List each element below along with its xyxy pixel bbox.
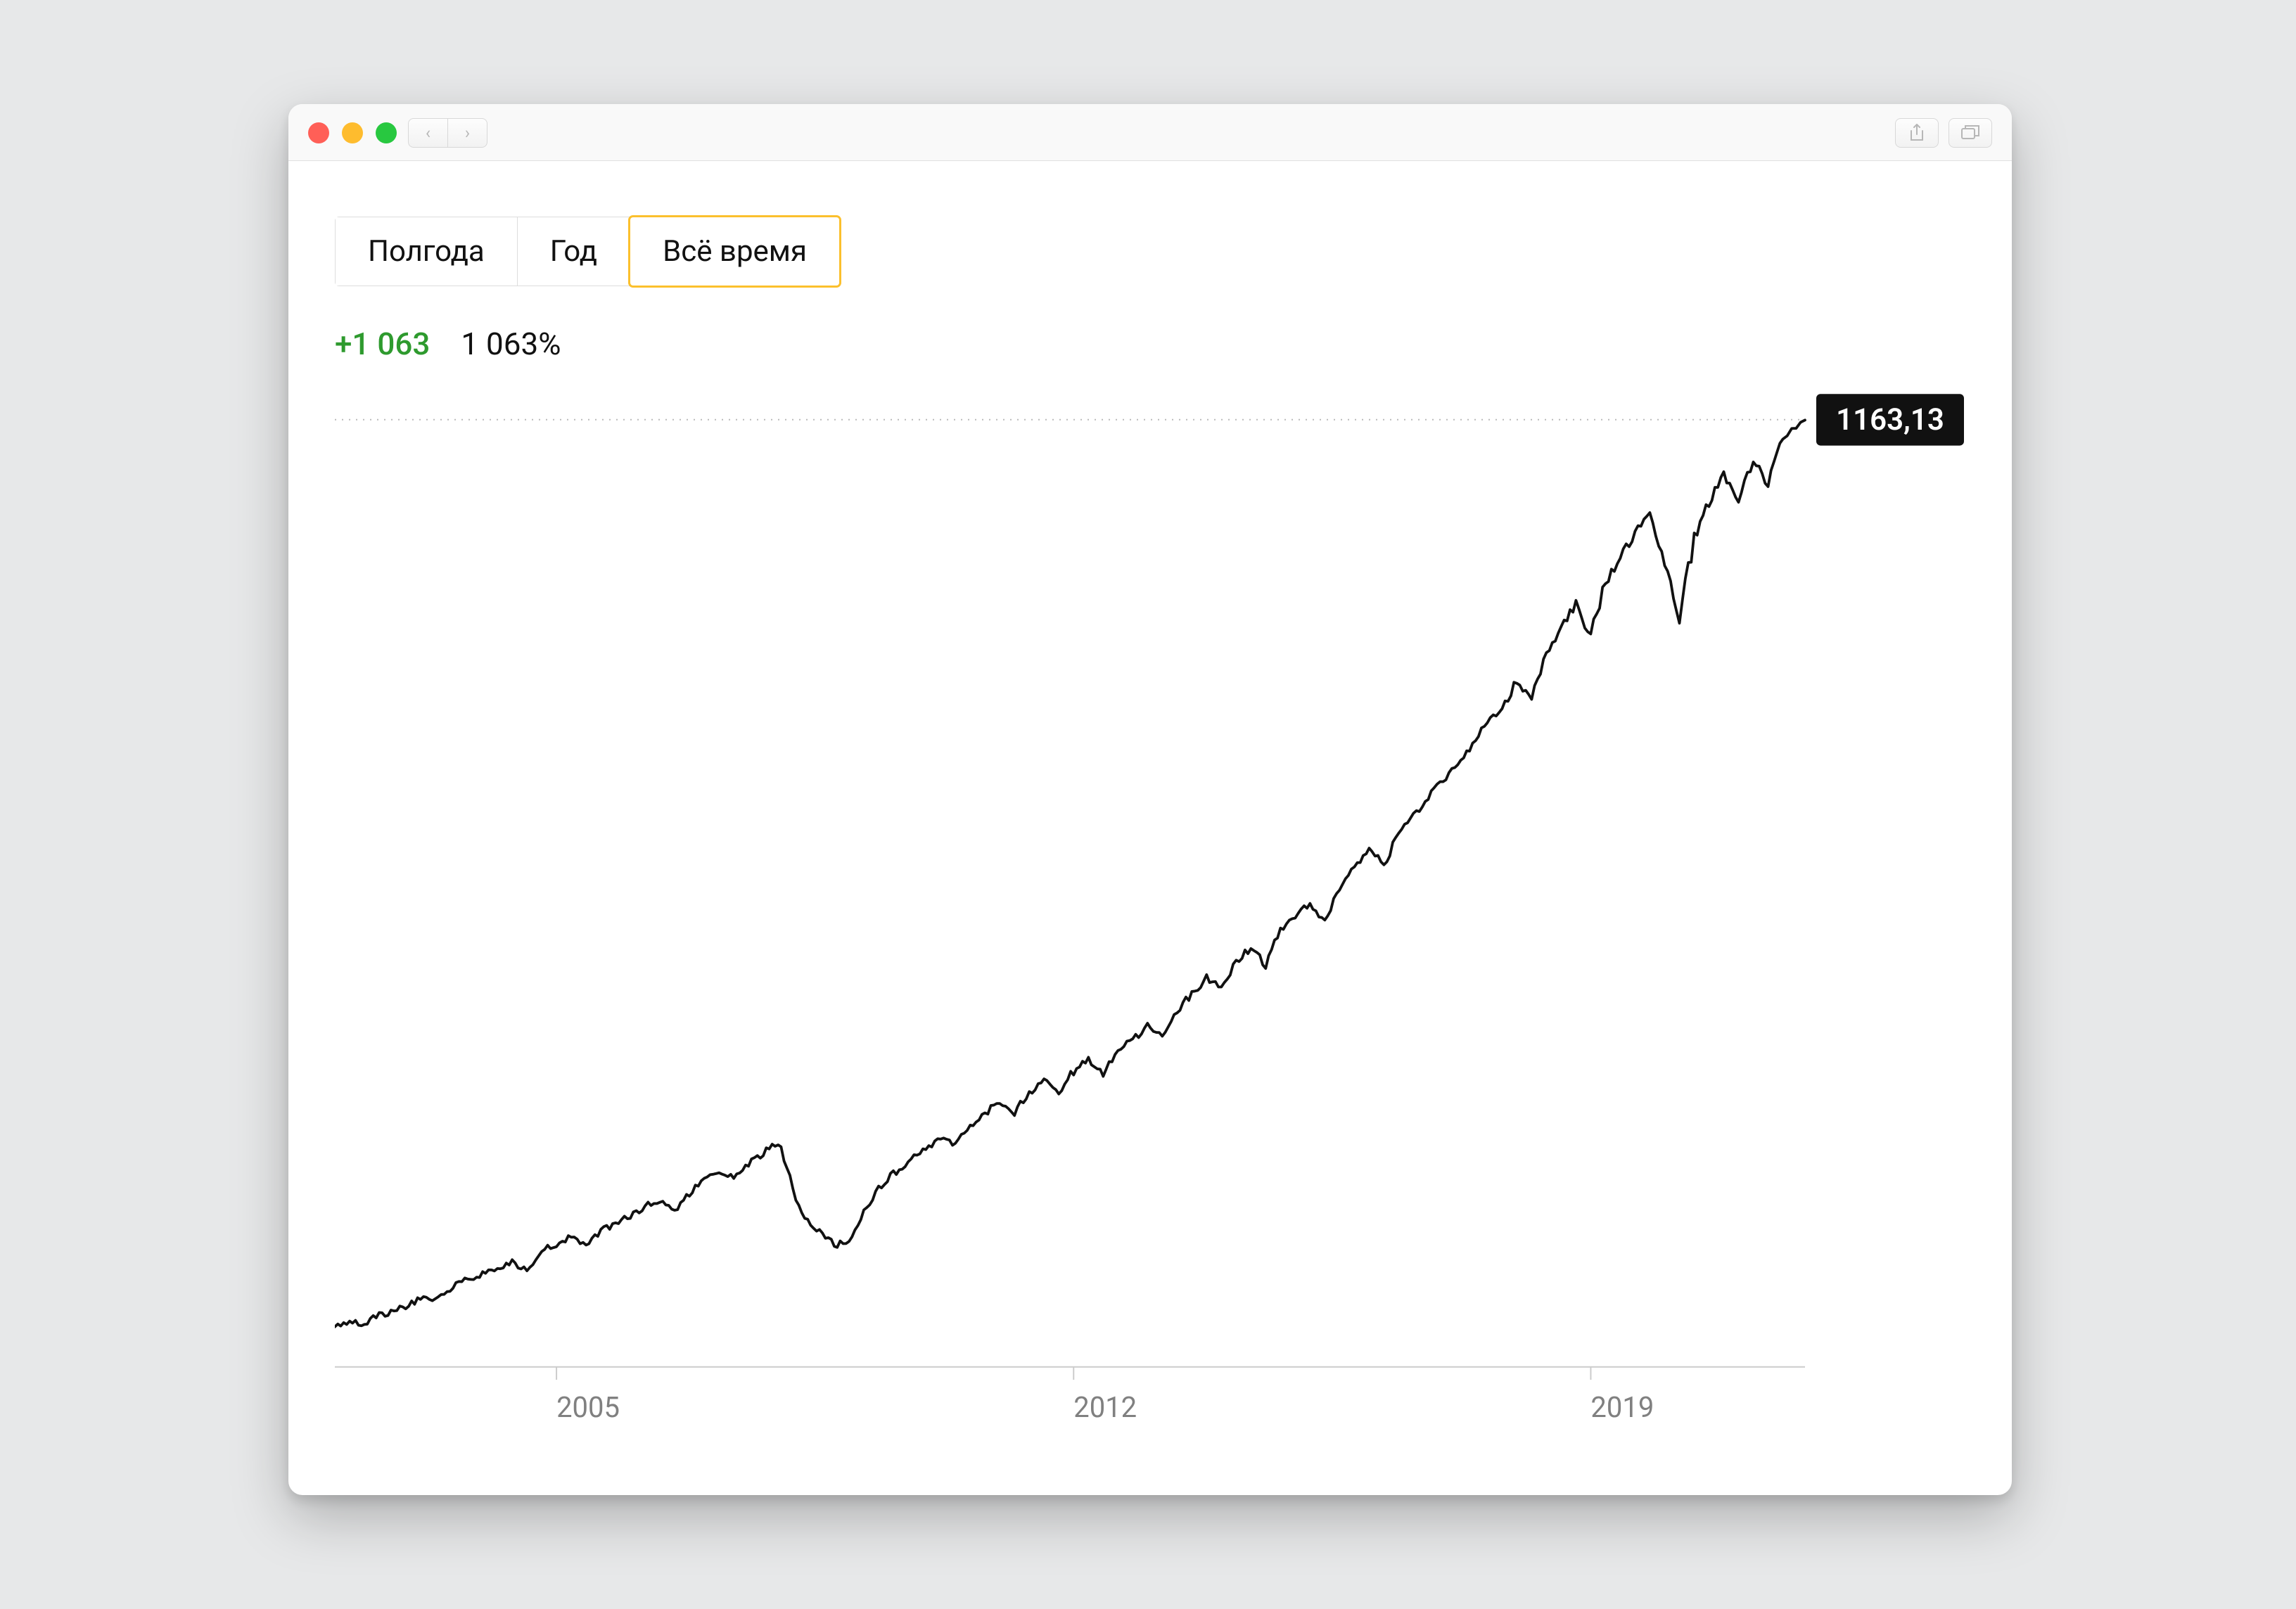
share-icon bbox=[1909, 124, 1925, 142]
share-button[interactable] bbox=[1895, 118, 1939, 148]
zoom-window-button[interactable] bbox=[376, 122, 397, 143]
time-range-tab[interactable]: Всё время bbox=[630, 217, 839, 286]
titlebar: ‹ › bbox=[288, 104, 2012, 161]
nav-buttons: ‹ › bbox=[408, 118, 487, 148]
nav-back-button[interactable]: ‹ bbox=[408, 118, 448, 148]
stat-pct-change: 1 063% bbox=[461, 326, 561, 362]
chart-area[interactable]: 2005 2012 2019 1163,13 bbox=[335, 392, 1965, 1453]
stats-row: +1 063 1 063% bbox=[335, 326, 1965, 362]
stat-abs-change: +1 063 bbox=[335, 326, 430, 362]
minimize-window-button[interactable] bbox=[342, 122, 363, 143]
nav-forward-button[interactable]: › bbox=[448, 118, 487, 148]
chart-panel: ПолгодаГодВсё время +1 063 1 063% 200520… bbox=[335, 217, 1965, 1453]
tabs-icon bbox=[1961, 125, 1979, 141]
tabs-button[interactable] bbox=[1949, 118, 1992, 148]
x-tick-label: 2019 bbox=[1590, 1391, 1654, 1424]
time-range-tab[interactable]: Год bbox=[518, 217, 630, 286]
line-chart: 2005 2012 2019 1163,13 bbox=[335, 392, 1965, 1453]
chevron-left-icon: ‹ bbox=[426, 124, 431, 141]
x-tick-label: 2012 bbox=[1073, 1391, 1137, 1424]
x-tick-label: 2005 bbox=[556, 1391, 620, 1424]
chevron-right-icon: › bbox=[465, 124, 470, 141]
app-window: ‹ › ПолгодаГодВсё время bbox=[288, 104, 2012, 1495]
time-range-tabs: ПолгодаГодВсё время bbox=[335, 217, 840, 286]
window-traffic-lights bbox=[308, 122, 397, 143]
close-window-button[interactable] bbox=[308, 122, 329, 143]
series-line bbox=[335, 420, 1805, 1326]
time-range-tab[interactable]: Полгода bbox=[336, 217, 518, 286]
titlebar-right-controls bbox=[1895, 118, 1992, 148]
value-tooltip-label: 1163,13 bbox=[1836, 403, 1944, 437]
